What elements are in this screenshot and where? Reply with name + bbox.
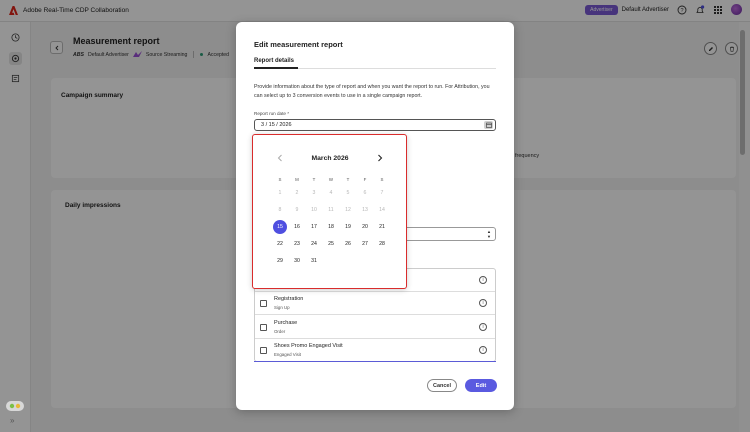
calendar-day: 9 xyxy=(295,207,299,213)
date-picker-popover: March 2026 S M T W T F S 1 2 3 4 5 6 7 8 9 10 11 12 13 14 15 1… xyxy=(252,134,407,289)
calendar-day[interactable]: 17 xyxy=(307,220,321,234)
calendar-day[interactable]: 25 xyxy=(324,237,338,251)
calendar-month-label: March 2026 xyxy=(311,155,349,162)
calendar-day[interactable]: 21 xyxy=(375,220,389,234)
calendar-day: 8 xyxy=(278,207,282,213)
calendar-day: 2 xyxy=(295,190,299,196)
calendar-weekday: F xyxy=(363,177,367,182)
calendar-day[interactable]: 22 xyxy=(273,237,287,251)
edit-button[interactable]: Edit xyxy=(465,379,497,392)
list-item[interactable]: Shoes Promo Engaged Visit Engaged Visit … xyxy=(255,339,495,361)
event-type: Sign Up xyxy=(274,305,290,310)
event-type: Order xyxy=(274,329,286,334)
calendar-day: 3 xyxy=(312,190,316,196)
dialog-title: Edit measurement report xyxy=(254,40,343,49)
report-run-date-label-text: Report run date xyxy=(254,111,286,116)
tab-selected-indicator xyxy=(254,67,298,69)
calendar-day-selected[interactable]: 15 xyxy=(273,220,287,234)
list-scroll-indicator xyxy=(254,361,496,362)
event-checkbox[interactable] xyxy=(260,324,267,331)
calendar-day[interactable]: 28 xyxy=(375,237,389,251)
info-icon[interactable]: i xyxy=(479,276,487,284)
tab-report-details[interactable]: Report details xyxy=(254,58,294,64)
calendar-day[interactable]: 24 xyxy=(307,237,321,251)
calendar-day: 14 xyxy=(379,207,385,213)
calendar-day[interactable]: 29 xyxy=(273,254,287,268)
cancel-button[interactable]: Cancel xyxy=(427,379,457,392)
report-run-date-label: Report run date * xyxy=(254,111,289,116)
event-name: Registration xyxy=(274,296,304,302)
calendar-day[interactable]: 23 xyxy=(290,237,304,251)
calendar-day: 10 xyxy=(311,207,317,213)
calendar-day[interactable]: 16 xyxy=(290,220,304,234)
info-icon[interactable]: i xyxy=(479,346,487,354)
report-run-date-value[interactable]: 3 / 15 / 2026 xyxy=(261,122,292,128)
event-type: Engaged Visit xyxy=(274,352,302,357)
required-marker: * xyxy=(287,111,289,116)
calendar-weekday: S xyxy=(380,177,384,182)
calendar-day[interactable]: 20 xyxy=(358,220,372,234)
calendar-weekday: W xyxy=(328,177,334,182)
status-indicator[interactable] xyxy=(6,401,24,411)
chevron-left-icon[interactable] xyxy=(275,153,285,163)
calendar-day[interactable]: 27 xyxy=(358,237,372,251)
event-name: Shoes Promo Engaged Visit xyxy=(274,343,343,349)
calendar-weekday: T xyxy=(312,177,316,182)
dialog-description: Provide information about the type of re… xyxy=(254,84,490,99)
list-item[interactable]: Purchase Order i xyxy=(255,316,495,339)
calendar-day[interactable]: 18 xyxy=(324,220,338,234)
calendar-day: 1 xyxy=(278,190,282,196)
calendar-weekday: S xyxy=(278,177,282,182)
calendar-day: 11 xyxy=(328,207,334,213)
expand-rail-icon[interactable]: » xyxy=(10,416,14,425)
calendar-day: 13 xyxy=(362,207,368,213)
calendar-day[interactable]: 19 xyxy=(341,220,355,234)
stepper-arrows-icon[interactable]: ▲ ▼ xyxy=(485,229,493,239)
calendar-day: 4 xyxy=(329,190,333,196)
calendar-day: 7 xyxy=(380,190,384,196)
calendar-day: 6 xyxy=(363,190,367,196)
calendar-weekday: T xyxy=(346,177,350,182)
event-name: Purchase xyxy=(274,320,298,326)
calendar-icon[interactable] xyxy=(484,121,493,129)
calendar-day[interactable]: 30 xyxy=(290,254,304,268)
event-checkbox[interactable] xyxy=(260,347,267,354)
calendar-weekday: M xyxy=(295,177,299,182)
calendar-day[interactable]: 26 xyxy=(341,237,355,251)
info-icon[interactable]: i xyxy=(479,299,487,307)
event-checkbox[interactable] xyxy=(260,300,267,307)
list-item[interactable]: Registration Sign Up i xyxy=(255,292,495,315)
info-icon[interactable]: i xyxy=(479,323,487,331)
calendar-day: 5 xyxy=(346,190,350,196)
calendar-day: 12 xyxy=(345,207,351,213)
report-run-date-field[interactable]: 3 / 15 / 2026 xyxy=(254,119,496,131)
chevron-right-icon[interactable] xyxy=(375,153,385,163)
calendar-day[interactable]: 31 xyxy=(307,254,321,268)
